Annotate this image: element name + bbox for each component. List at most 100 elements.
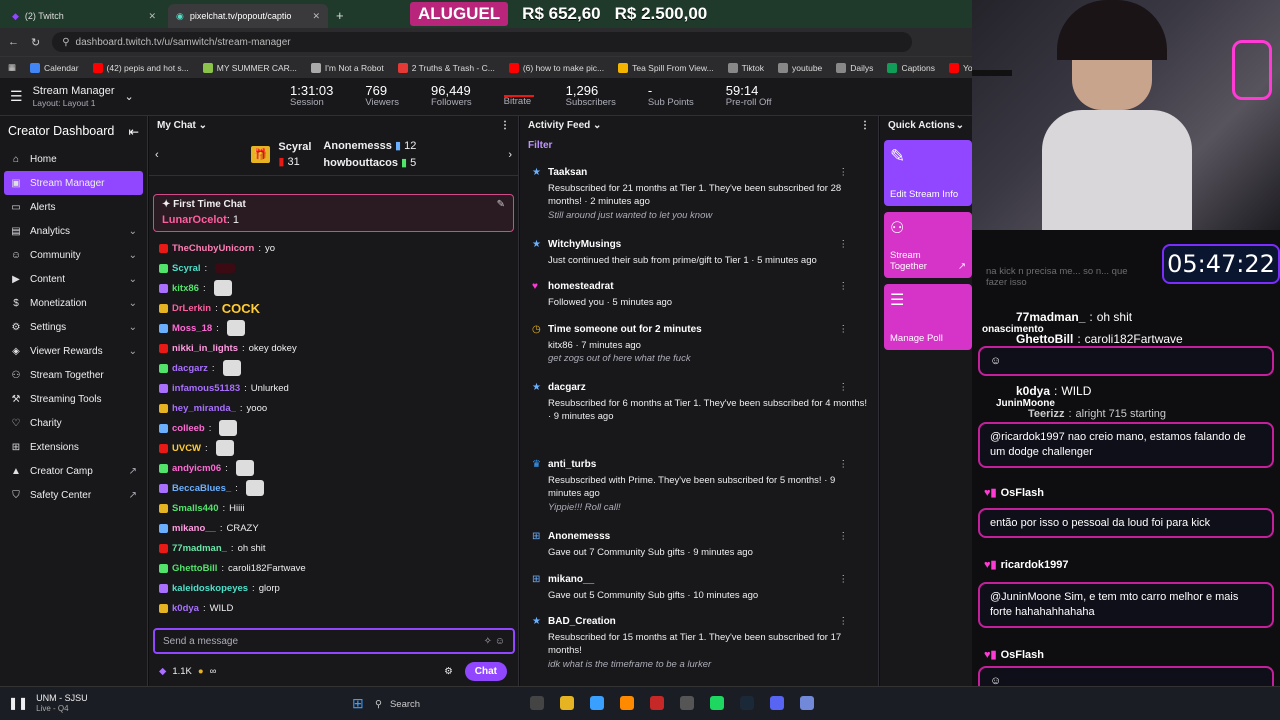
more-icon[interactable]: ⋮ xyxy=(839,573,849,586)
sidebar-item-content[interactable]: ▶ Content ⌄ xyxy=(0,267,147,291)
sidebar-item-streaming-tools[interactable]: ⚒ Streaming Tools xyxy=(0,387,147,411)
bookmark[interactable]: Calendar xyxy=(30,62,79,73)
app-icon[interactable] xyxy=(530,696,544,710)
menu-icon[interactable]: ☰ xyxy=(10,88,23,105)
feed-item[interactable]: ★ BAD_Creation Resubscribed for 15 months … xyxy=(520,615,870,671)
chat-username[interactable]: infamous51183 xyxy=(172,383,240,394)
more-icon[interactable]: ⋮ xyxy=(839,166,849,179)
chat-username[interactable]: TheChubyUnicorn xyxy=(172,243,254,254)
more-icon[interactable]: ⋮ xyxy=(500,120,510,131)
sidebar-item-home[interactable]: ⌂ Home xyxy=(0,147,147,171)
chat-send-button[interactable]: Chat xyxy=(464,661,507,681)
more-icon[interactable]: ⋮ xyxy=(839,323,849,336)
chat-username[interactable]: LunarOcelot xyxy=(162,214,227,226)
more-icon[interactable]: ⋮ xyxy=(839,458,849,471)
windows-start-icon[interactable]: ⊞ xyxy=(352,695,364,712)
settings-icon[interactable]: ⚙ xyxy=(444,666,453,677)
apps-icon[interactable]: ▦ xyxy=(8,62,16,73)
close-icon[interactable]: ✕ xyxy=(148,11,156,22)
taskbar-search[interactable]: ⚲ Search xyxy=(375,693,485,715)
close-icon[interactable]: ✕ xyxy=(312,11,320,22)
bookmark[interactable]: I'm Not a Robot xyxy=(310,62,384,73)
emote-picker-icon[interactable]: ☺ xyxy=(495,636,505,647)
steam-icon[interactable] xyxy=(740,696,754,710)
chat-username[interactable]: BeccaBlues_ xyxy=(172,483,231,494)
filter-button[interactable]: Filter xyxy=(520,134,878,157)
more-icon[interactable]: ⋮ xyxy=(839,381,849,394)
sidebar-item-analytics[interactable]: ▤ Analytics ⌄ xyxy=(0,219,147,243)
folder-icon[interactable] xyxy=(560,696,574,710)
app-icon[interactable] xyxy=(800,696,814,710)
bookmark[interactable]: Captions xyxy=(887,62,935,73)
app-icon[interactable] xyxy=(650,696,664,710)
sidebar-item-extensions[interactable]: ⊞ Extensions xyxy=(0,435,147,459)
edit-stream-info-button[interactable]: ✎ Edit Stream Info xyxy=(884,140,972,206)
chat-username[interactable]: dacgarz xyxy=(172,363,208,374)
sidebar-item-alerts[interactable]: ▭ Alerts xyxy=(0,195,147,219)
chrome-icon[interactable] xyxy=(590,696,604,710)
more-icon[interactable]: ⋮ xyxy=(839,615,849,628)
sidebar-item-creator-camp[interactable]: ▲ Creator Camp ↗ xyxy=(0,459,147,483)
sidebar-item-stream-together[interactable]: ⚇ Stream Together xyxy=(0,363,147,387)
chat-username[interactable]: k0dya xyxy=(172,603,199,614)
sidebar-item-charity[interactable]: ♡ Charity xyxy=(0,411,147,435)
feed-item[interactable]: ♥ homesteadrat Followed you · 5 minutes ag… xyxy=(520,280,870,309)
chat-username[interactable]: kaleidoskopeyes xyxy=(172,583,248,594)
browser-tab-active[interactable]: ◉ pixelchat.tv/popout/captio ✕ xyxy=(168,4,328,28)
reload-icon[interactable]: ↻ xyxy=(31,36,40,49)
more-icon[interactable]: ⋮ xyxy=(860,120,870,131)
spotify-icon[interactable] xyxy=(710,696,724,710)
bits-icon[interactable]: ◆ xyxy=(159,666,166,677)
chevron-down-icon[interactable]: ⌄ xyxy=(956,120,964,131)
chevron-left-icon[interactable]: ‹ xyxy=(155,149,159,161)
url-field[interactable]: ⚲ dashboard.twitch.tv/u/samwitch/stream-… xyxy=(52,32,913,52)
bookmark[interactable]: (6) how to make pic... xyxy=(508,62,604,73)
stream-together-button[interactable]: ⚇ Stream Together ↗ xyxy=(884,212,972,278)
feed-item[interactable]: ♛ anti_turbs Resubscribed with Prime. They… xyxy=(520,458,870,514)
more-icon[interactable]: ⋮ xyxy=(839,530,849,543)
back-icon[interactable]: ← xyxy=(8,36,19,48)
chat-username[interactable]: 77madman_ xyxy=(172,543,227,554)
bookmark[interactable]: Dailys xyxy=(836,62,873,73)
points-icon[interactable]: ● xyxy=(198,666,204,677)
chat-username[interactable]: DrLerkin xyxy=(172,303,211,314)
chevron-down-icon[interactable]: ⌄ xyxy=(125,90,134,103)
gifter-name[interactable]: howbouttacos xyxy=(323,157,398,169)
app-icon[interactable] xyxy=(680,696,694,710)
chat-username[interactable]: kitx86 xyxy=(172,283,199,294)
more-icon[interactable]: ⋮ xyxy=(839,238,849,251)
sidebar-item-stream-manager[interactable]: ▣ Stream Manager xyxy=(4,171,143,195)
bookmark[interactable]: (42) pepis and hot s... xyxy=(92,62,189,73)
chat-username[interactable]: hey_miranda_ xyxy=(172,403,236,414)
more-icon[interactable]: ⋮ xyxy=(839,280,849,293)
discord-icon[interactable] xyxy=(770,696,784,710)
manage-poll-button[interactable]: ☰ Manage Poll xyxy=(884,284,972,350)
chat-username[interactable]: Smalls440 xyxy=(172,503,218,514)
feed-item[interactable]: ◷ Time someone out for 2 minutes kitx86 · … xyxy=(520,323,870,366)
app-icon[interactable] xyxy=(620,696,634,710)
bookmark[interactable]: Tiktok xyxy=(727,62,764,73)
chat-username[interactable]: UVCW xyxy=(172,443,201,454)
sidebar-item-community[interactable]: ☺ Community ⌄ xyxy=(0,243,147,267)
bookmark[interactable]: 2 Truths & Trash - C... xyxy=(397,62,495,73)
bookmark[interactable]: YouTube xyxy=(949,62,972,73)
chat-username[interactable]: andyicm06 xyxy=(172,463,221,474)
chat-username[interactable]: GhettoBill xyxy=(172,563,217,574)
edit-icon[interactable]: ✎ xyxy=(497,199,505,210)
chat-username[interactable]: Scyral xyxy=(172,263,201,274)
bookmark[interactable]: youtube xyxy=(778,62,822,73)
chat-input[interactable]: Send a message ✧ ☺ xyxy=(153,628,515,654)
chat-title[interactable]: My Chat ⌄ xyxy=(157,120,207,131)
browser-tab[interactable]: ◆ (2) Twitch ✕ xyxy=(4,4,164,28)
bookmark[interactable]: Tea Spill From View... xyxy=(618,62,714,73)
chat-username[interactable]: Moss_18 xyxy=(172,323,212,334)
sidebar-item-safety-center[interactable]: ⛉ Safety Center ↗ xyxy=(0,483,147,507)
chat-username[interactable]: mikano__ xyxy=(172,523,216,534)
chat-username[interactable]: nikki_in_lights xyxy=(172,343,238,354)
gifter-name[interactable]: Scyral xyxy=(278,140,311,154)
site-info-icon[interactable]: ⚲ xyxy=(62,37,69,48)
feed-item[interactable]: ⊞ mikano__ Gave out 5 Community Sub gifts … xyxy=(520,573,870,602)
feed-item[interactable]: ★ dacgarz Resubscribed for 6 months at Tie… xyxy=(520,381,870,424)
media-widget[interactable]: ❚❚ UNM - SJSU Live - Q4 xyxy=(0,693,88,713)
sidebar-item-settings[interactable]: ⚙ Settings ⌄ xyxy=(0,315,147,339)
